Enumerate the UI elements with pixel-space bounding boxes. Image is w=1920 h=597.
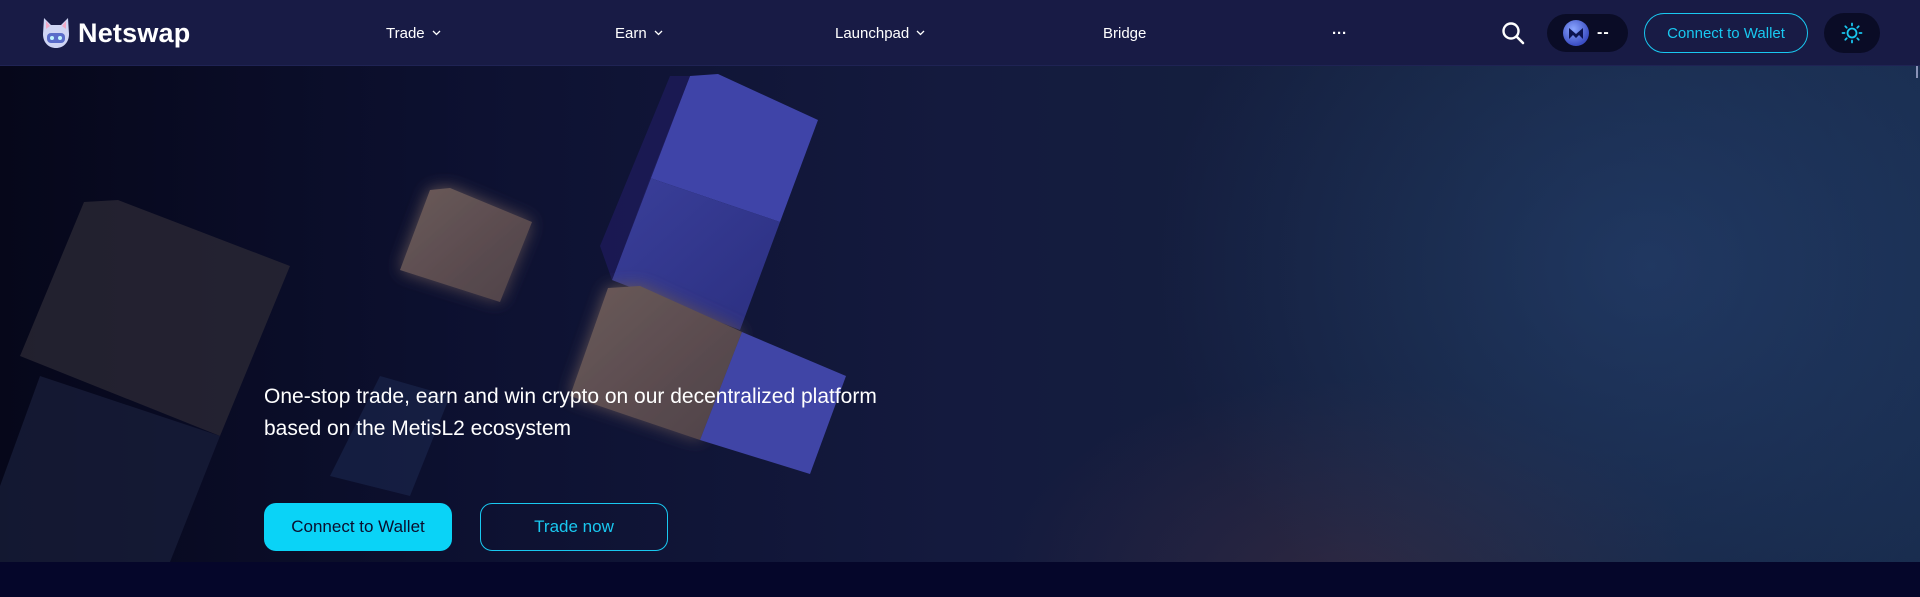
hero-cubes-illustration	[0, 74, 846, 562]
chevron-down-icon	[432, 30, 441, 36]
nav-more[interactable]: ···	[1332, 21, 1347, 45]
nav-earn-label: Earn	[615, 24, 647, 42]
metis-token-icon	[1563, 20, 1589, 46]
brand-logo[interactable]: Netswap	[40, 15, 190, 51]
scrollbar-thumb[interactable]	[1916, 66, 1918, 78]
top-navbar: Netswap Trade Earn Launchpad Bridge ··· …	[0, 0, 1920, 66]
netswap-cat-icon	[43, 18, 69, 48]
theme-toggle-button[interactable]	[1824, 13, 1880, 53]
nav-trade-label: Trade	[386, 24, 425, 42]
hero-connect-wallet-button[interactable]: Connect to Wallet	[264, 503, 452, 551]
metis-price-pill[interactable]: --	[1547, 14, 1628, 52]
hero-trade-now-button[interactable]: Trade now	[480, 503, 668, 551]
chevron-down-icon	[654, 30, 663, 36]
nav-bridge-label: Bridge	[1103, 24, 1147, 42]
chevron-down-icon	[916, 30, 925, 36]
nav-trade[interactable]: Trade	[386, 21, 441, 45]
page-section-below	[0, 562, 1920, 597]
nav-launchpad-label: Launchpad	[835, 24, 910, 42]
search-icon[interactable]	[1500, 20, 1526, 46]
sun-icon	[1841, 22, 1863, 44]
metis-balance: --	[1597, 24, 1610, 41]
nav-earn[interactable]: Earn	[615, 21, 663, 45]
more-icon: ···	[1332, 24, 1347, 42]
nav-bridge[interactable]: Bridge	[1103, 21, 1146, 45]
hero-banner: One-stop trade, earn and win crypto on o…	[0, 66, 1920, 562]
connect-wallet-button[interactable]: Connect to Wallet	[1644, 13, 1808, 53]
nav-launchpad[interactable]: Launchpad	[835, 21, 925, 45]
hero-headline: One-stop trade, earn and win crypto on o…	[264, 385, 877, 440]
brand-name: Netswap	[78, 17, 191, 48]
